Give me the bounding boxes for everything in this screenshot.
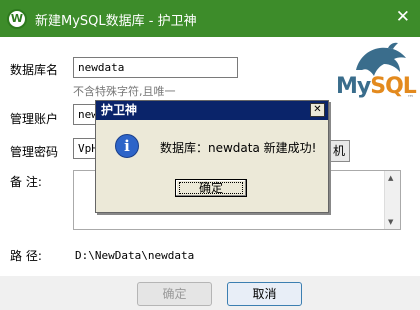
remark-scrollbar[interactable]: ▲ ▼	[384, 171, 400, 229]
password-label: 管理密码	[10, 145, 59, 159]
window-close-button[interactable]: ✕	[396, 7, 410, 27]
message-box-title: 护卫神	[101, 103, 138, 117]
mysql-logo: MySQL ™	[336, 40, 417, 110]
message-box-close-button[interactable]: ✕	[310, 103, 325, 117]
db-name-input[interactable]: newdata	[73, 57, 238, 78]
message-box-titlebar: 护卫神 ✕	[96, 101, 328, 120]
path-label: 路 径:	[10, 249, 42, 263]
scroll-down-icon[interactable]: ▼	[388, 218, 393, 226]
success-message-box: 护卫神 ✕ i 数据库：newdata 新建成功! 确定	[95, 100, 329, 213]
mysql-logo-text: MySQL	[336, 74, 417, 99]
ok-button[interactable]: 确定	[137, 282, 212, 306]
footer-bar: 确定 取消	[0, 276, 420, 310]
db-name-label: 数据库名	[10, 63, 59, 77]
window-title: 新建MySQL数据库 - 护卫神	[35, 14, 197, 29]
info-icon: i	[115, 134, 139, 158]
scroll-up-icon[interactable]: ▲	[388, 174, 393, 182]
db-name-hint: 不含特殊字符,且唯一	[73, 85, 176, 98]
app-logo-icon: W	[7, 9, 27, 29]
window-titlebar: W 新建MySQL数据库 - 护卫神 ✕	[0, 0, 420, 37]
trademark-mark: ™	[407, 94, 414, 102]
account-label: 管理账户	[10, 112, 59, 126]
remark-label: 备 注:	[10, 175, 42, 189]
message-box-text: 数据库：newdata 新建成功!	[160, 141, 317, 155]
cancel-button[interactable]: 取消	[227, 282, 302, 306]
path-value: D:\NewData\newdata	[75, 249, 195, 262]
focus-ring	[179, 182, 243, 194]
message-box-ok-button[interactable]: 确定	[175, 179, 247, 197]
